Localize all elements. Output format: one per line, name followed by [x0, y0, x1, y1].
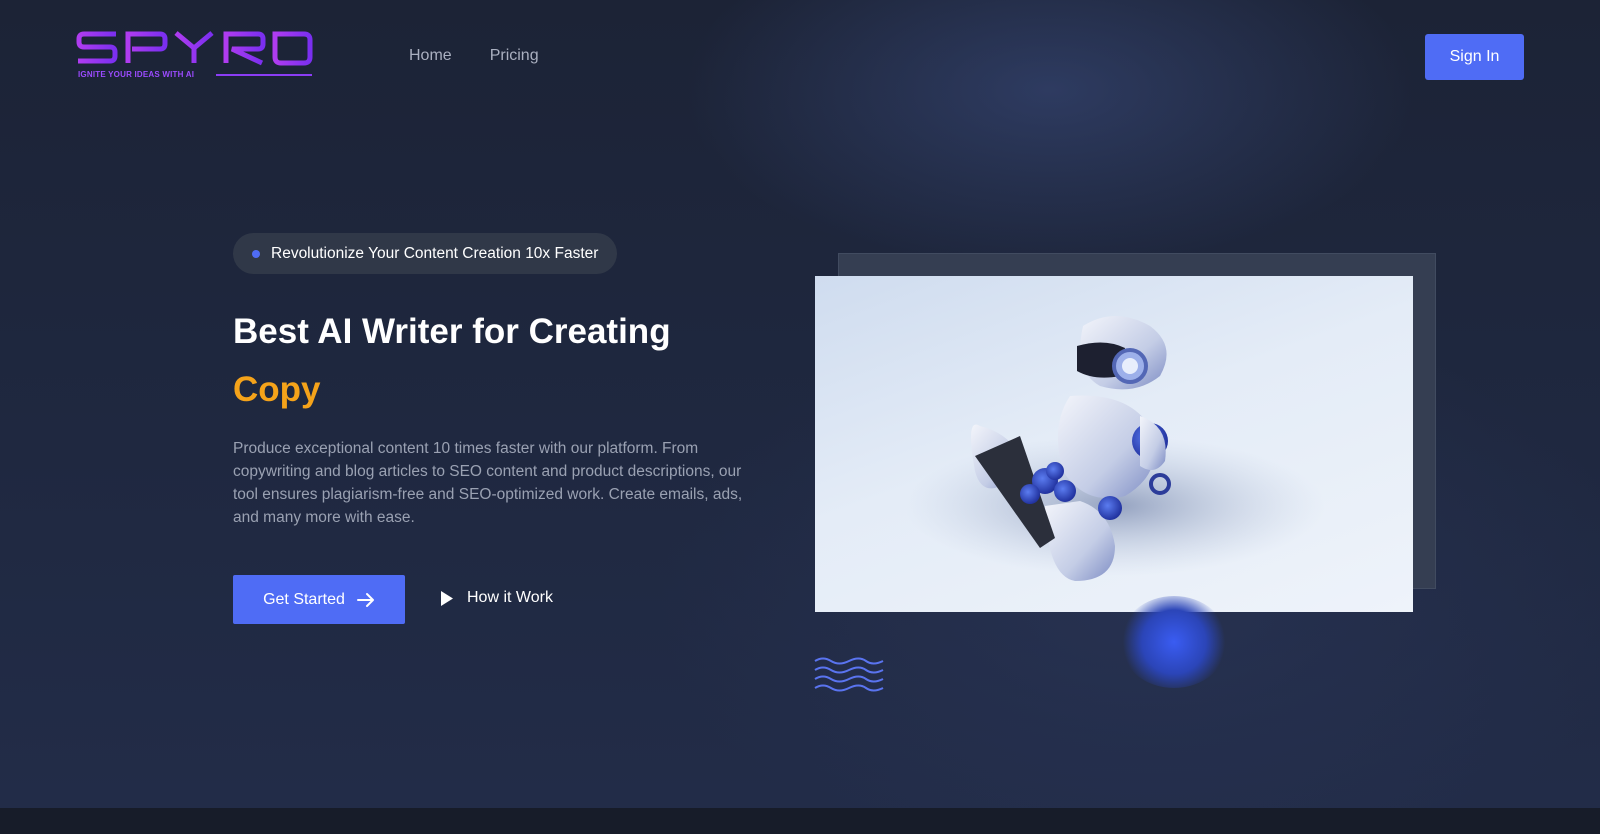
section-divider: [0, 808, 1600, 834]
play-icon: [441, 590, 453, 606]
hero-image-robot: [815, 276, 1413, 612]
badge-dot-icon: [252, 250, 260, 258]
hero-badge: Revolutionize Your Content Creation 10x …: [233, 233, 618, 274]
logo-underline: [216, 74, 312, 76]
wave-lines-icon: [814, 657, 884, 692]
how-it-works-link[interactable]: How it Work: [441, 589, 553, 607]
main-nav: Home Pricing: [409, 47, 539, 65]
brand-logo[interactable]: IGNITE YOUR IDEAS WITH AI: [76, 28, 314, 84]
hero-title: Best AI Writer for Creating: [233, 312, 671, 351]
hero-title-accent: Copy: [233, 370, 321, 409]
get-started-button[interactable]: Get Started: [233, 575, 405, 624]
robot-illustration: [905, 316, 1325, 581]
badge-text: Revolutionize Your Content Creation 10x …: [271, 244, 599, 262]
decorative-glow: [1120, 596, 1228, 688]
sign-in-button[interactable]: Sign In: [1425, 34, 1524, 80]
hero-description: Produce exceptional content 10 times fas…: [233, 440, 743, 526]
logo-wordmark: [76, 31, 313, 66]
how-it-works-label: How it Work: [467, 589, 553, 606]
get-started-label: Get Started: [263, 590, 345, 608]
nav-item-home[interactable]: Home: [409, 47, 452, 65]
arrow-right-icon: [356, 592, 374, 607]
nav-item-pricing[interactable]: Pricing: [490, 47, 539, 65]
logo-tagline: IGNITE YOUR IDEAS WITH AI: [78, 70, 195, 79]
